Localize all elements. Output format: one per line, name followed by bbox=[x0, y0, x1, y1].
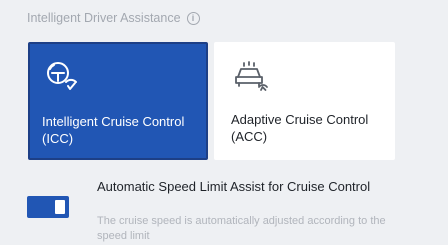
icc-mode-label: Intelligent Cruise Control (ICC) bbox=[42, 114, 185, 146]
acc-mode-card[interactable]: Adaptive Cruise Control (ACC) bbox=[214, 42, 395, 160]
speed-limit-assist-title: Automatic Speed Limit Assist for Cruise … bbox=[97, 179, 371, 194]
acc-mode-label: Adaptive Cruise Control (ACC) bbox=[231, 112, 369, 144]
speed-limit-assist-description: The cruise speed is automatically adjust… bbox=[97, 215, 386, 242]
section-title: Intelligent Driver Assistance bbox=[27, 11, 181, 25]
icc-mode-card[interactable]: Intelligent Cruise Control (ICC) bbox=[28, 42, 208, 160]
section-header: Intelligent Driver Assistance i bbox=[27, 11, 200, 25]
speed-limit-assist-toggle[interactable] bbox=[27, 196, 69, 218]
toggle-knob bbox=[55, 200, 65, 214]
info-icon[interactable]: i bbox=[186, 11, 200, 25]
adaptive-cruise-icon bbox=[233, 58, 271, 97]
intelligent-cruise-icon bbox=[44, 60, 80, 99]
